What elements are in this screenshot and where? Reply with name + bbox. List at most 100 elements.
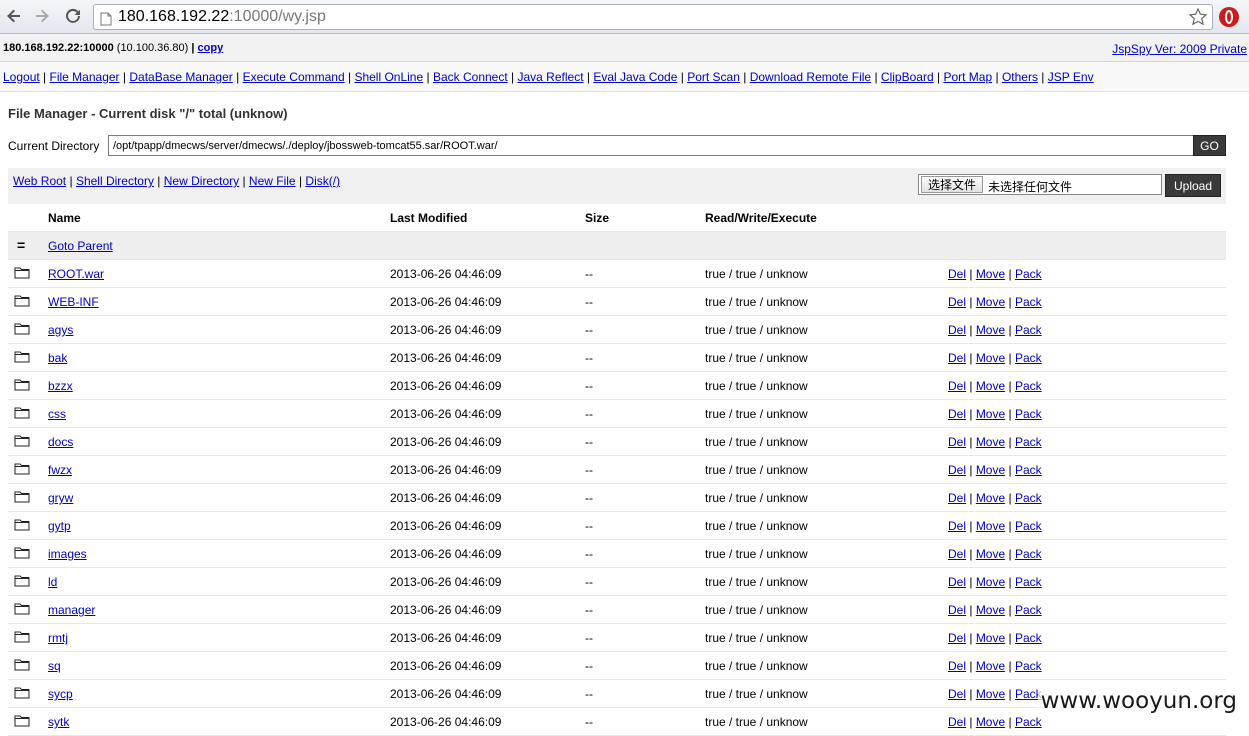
del-link[interactable]: Del bbox=[948, 491, 966, 505]
copy-link[interactable]: copy bbox=[198, 42, 224, 54]
pack-link[interactable]: Pack bbox=[1015, 295, 1042, 309]
pack-link[interactable]: Pack bbox=[1015, 659, 1042, 673]
folder-name-link[interactable]: fwzx bbox=[48, 463, 72, 477]
opera-icon[interactable] bbox=[1218, 6, 1240, 28]
back-button[interactable] bbox=[4, 6, 24, 26]
pack-link[interactable]: Pack bbox=[1015, 547, 1042, 561]
move-link[interactable]: Move bbox=[976, 603, 1005, 617]
folder-name-link[interactable]: rmtj bbox=[48, 631, 68, 645]
current-directory-input[interactable] bbox=[108, 135, 1194, 156]
folder-name-link[interactable]: manager bbox=[48, 603, 95, 617]
del-link[interactable]: Del bbox=[948, 547, 966, 561]
move-link[interactable]: Move bbox=[976, 407, 1005, 421]
pack-link[interactable]: Pack bbox=[1015, 519, 1042, 533]
folder-name-link[interactable]: gytp bbox=[48, 519, 71, 533]
move-link[interactable]: Move bbox=[976, 491, 1005, 505]
folder-name-link[interactable]: ld bbox=[48, 575, 57, 589]
folder-name-link[interactable]: docs bbox=[48, 435, 73, 449]
web-root-link[interactable]: Web Root bbox=[13, 174, 66, 188]
pack-link[interactable]: Pack bbox=[1015, 323, 1042, 337]
new-file-link[interactable]: New File bbox=[249, 174, 296, 188]
folder-name-link[interactable]: agys bbox=[48, 323, 73, 337]
menu-port-map[interactable]: Port Map bbox=[943, 70, 992, 84]
disk-link[interactable]: Disk(/) bbox=[305, 174, 340, 188]
move-link[interactable]: Move bbox=[976, 463, 1005, 477]
menu-eval-java-code[interactable]: Eval Java Code bbox=[593, 70, 677, 84]
move-link[interactable]: Move bbox=[976, 351, 1005, 365]
move-link[interactable]: Move bbox=[976, 631, 1005, 645]
del-link[interactable]: Del bbox=[948, 295, 966, 309]
pack-link[interactable]: Pack bbox=[1015, 715, 1042, 729]
folder-name-link[interactable]: sytk bbox=[48, 715, 69, 729]
folder-name-link[interactable]: sq bbox=[48, 659, 61, 673]
goto-parent-link[interactable]: Goto Parent bbox=[48, 239, 113, 253]
menu-others[interactable]: Others bbox=[1002, 70, 1038, 84]
menu-database-manager[interactable]: DataBase Manager bbox=[129, 70, 232, 84]
file-upload-field[interactable]: 选择文件 未选择任何文件 bbox=[918, 174, 1162, 195]
menu-clipboard[interactable]: ClipBoard bbox=[881, 70, 934, 84]
move-link[interactable]: Move bbox=[976, 715, 1005, 729]
folder-name-link[interactable]: WEB-INF bbox=[48, 295, 99, 309]
menu-logout[interactable]: Logout bbox=[3, 70, 40, 84]
menu-back-connect[interactable]: Back Connect bbox=[433, 70, 508, 84]
folder-name-link[interactable]: bzzx bbox=[48, 379, 73, 393]
choose-file-button[interactable]: 选择文件 bbox=[921, 176, 983, 193]
del-link[interactable]: Del bbox=[948, 631, 966, 645]
menu-shell-online[interactable]: Shell OnLine bbox=[354, 70, 423, 84]
folder-name-link[interactable]: gryw bbox=[48, 491, 73, 505]
del-link[interactable]: Del bbox=[948, 603, 966, 617]
folder-name-link[interactable]: images bbox=[48, 547, 87, 561]
move-link[interactable]: Move bbox=[976, 547, 1005, 561]
shell-directory-link[interactable]: Shell Directory bbox=[76, 174, 154, 188]
menu-jsp-env[interactable]: JSP Env bbox=[1048, 70, 1094, 84]
del-link[interactable]: Del bbox=[948, 267, 966, 281]
del-link[interactable]: Del bbox=[948, 379, 966, 393]
menu-download-remote-file[interactable]: Download Remote File bbox=[750, 70, 871, 84]
move-link[interactable]: Move bbox=[976, 267, 1005, 281]
move-link[interactable]: Move bbox=[976, 519, 1005, 533]
move-link[interactable]: Move bbox=[976, 687, 1005, 701]
move-link[interactable]: Move bbox=[976, 379, 1005, 393]
del-link[interactable]: Del bbox=[948, 687, 966, 701]
del-link[interactable]: Del bbox=[948, 351, 966, 365]
pack-link[interactable]: Pack bbox=[1015, 351, 1042, 365]
menu-port-scan[interactable]: Port Scan bbox=[687, 70, 740, 84]
forward-button[interactable] bbox=[32, 6, 52, 26]
move-link[interactable]: Move bbox=[976, 323, 1005, 337]
pack-link[interactable]: Pack bbox=[1015, 575, 1042, 589]
menu-java-reflect[interactable]: Java Reflect bbox=[518, 70, 584, 84]
pack-link[interactable]: Pack bbox=[1015, 631, 1042, 645]
go-button[interactable]: GO bbox=[1193, 135, 1226, 156]
del-link[interactable]: Del bbox=[948, 323, 966, 337]
del-link[interactable]: Del bbox=[948, 407, 966, 421]
pack-link[interactable]: Pack bbox=[1015, 491, 1042, 505]
new-directory-link[interactable]: New Directory bbox=[164, 174, 239, 188]
pack-link[interactable]: Pack bbox=[1015, 463, 1042, 477]
del-link[interactable]: Del bbox=[948, 435, 966, 449]
pack-link[interactable]: Pack bbox=[1015, 379, 1042, 393]
move-link[interactable]: Move bbox=[976, 435, 1005, 449]
move-link[interactable]: Move bbox=[976, 295, 1005, 309]
del-link[interactable]: Del bbox=[948, 519, 966, 533]
upload-button[interactable]: Upload bbox=[1165, 174, 1221, 197]
address-bar[interactable]: 180.168.192.22:10000/wy.jsp bbox=[93, 4, 1213, 30]
del-link[interactable]: Del bbox=[948, 659, 966, 673]
move-link[interactable]: Move bbox=[976, 575, 1005, 589]
reload-button[interactable] bbox=[63, 6, 83, 26]
folder-name-link[interactable]: sycp bbox=[48, 687, 73, 701]
folder-name-link[interactable]: bak bbox=[48, 351, 67, 365]
pack-link[interactable]: Pack bbox=[1015, 603, 1042, 617]
pack-link[interactable]: Pack bbox=[1015, 407, 1042, 421]
pack-link[interactable]: Pack bbox=[1015, 435, 1042, 449]
del-link[interactable]: Del bbox=[948, 715, 966, 729]
star-icon[interactable] bbox=[1188, 7, 1208, 35]
folder-name-link[interactable]: ROOT.war bbox=[48, 267, 104, 281]
del-link[interactable]: Del bbox=[948, 575, 966, 589]
move-link[interactable]: Move bbox=[976, 659, 1005, 673]
version-link[interactable]: JspSpy Ver: 2009 Private bbox=[1112, 42, 1247, 56]
menu-file-manager[interactable]: File Manager bbox=[50, 70, 120, 84]
folder-name-link[interactable]: css bbox=[48, 407, 66, 421]
del-link[interactable]: Del bbox=[948, 463, 966, 477]
pack-link[interactable]: Pack bbox=[1015, 267, 1042, 281]
menu-execute-command[interactable]: Execute Command bbox=[243, 70, 345, 84]
